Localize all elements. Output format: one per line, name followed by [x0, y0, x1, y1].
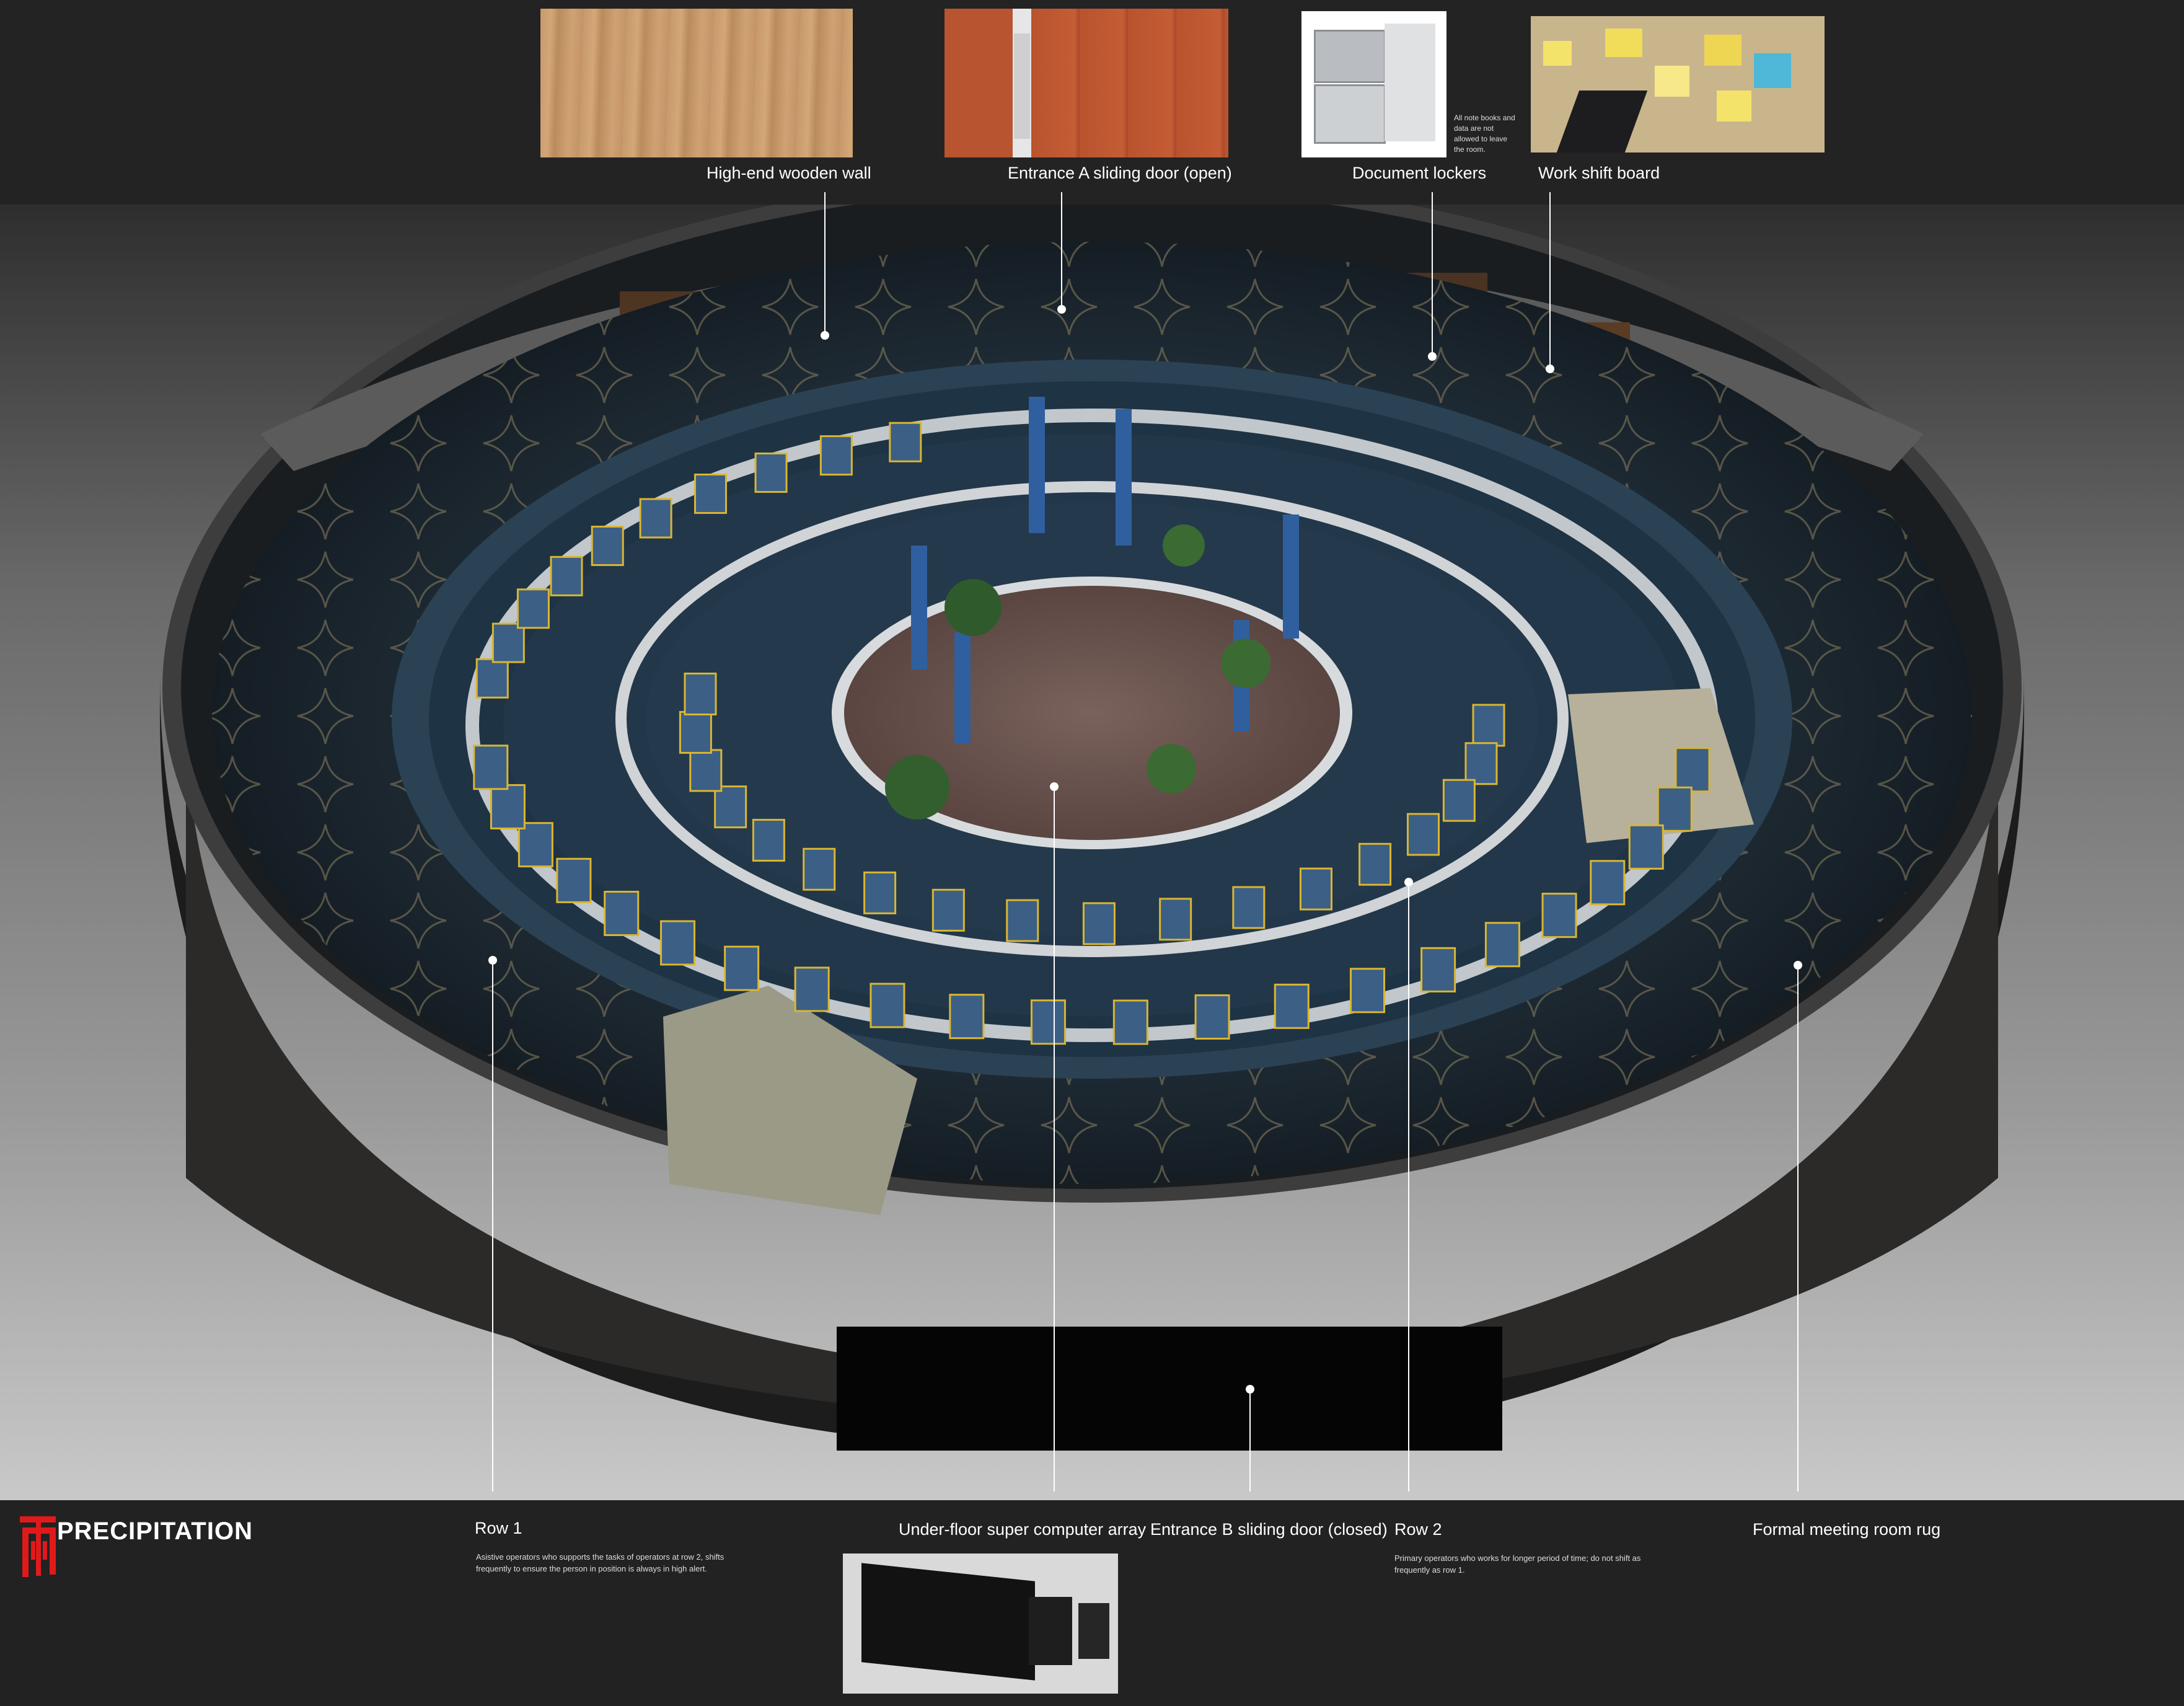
row-2-seat: [1006, 899, 1039, 942]
row-1-seat: [724, 945, 760, 991]
row-2-seat: [1472, 704, 1505, 747]
sliding-door-photo: [944, 9, 1228, 157]
row-2-seat: [1082, 902, 1116, 945]
row-2-seat: [689, 749, 723, 792]
caption-entrance-a: Entrance A sliding door (open): [1008, 164, 1232, 182]
row-2-seat: [1407, 813, 1440, 856]
row-2-seat: [1299, 867, 1332, 911]
locker-photo: [1301, 11, 1446, 157]
row-1-seat: [550, 555, 583, 596]
caption-meeting-rug: Formal meeting room rug: [1753, 1520, 1941, 1539]
leader-row-2: [1408, 886, 1409, 1492]
row-1-seat: [517, 822, 553, 868]
marker-meeting-rug: [1794, 961, 1802, 970]
row-1-seat: [1030, 999, 1066, 1045]
row-1-seat: [1112, 999, 1148, 1045]
wood-panel-photo: [540, 9, 853, 157]
leader-entrance-b: [1249, 1394, 1251, 1492]
row-2-seat: [752, 818, 785, 862]
row-1-seat: [491, 622, 525, 663]
row-2-seat: [803, 847, 836, 891]
row-1-seat: [889, 422, 922, 462]
locker-note: All note books and data are not allowed …: [1454, 113, 1515, 154]
caption-document-lockers: Document lockers: [1352, 164, 1487, 182]
sticky-note-board-photo: [1531, 16, 1825, 152]
row-1-seat: [1590, 860, 1626, 906]
server-rack-photo: [843, 1554, 1118, 1694]
caption-work-shift-board: Work shift board: [1538, 164, 1660, 182]
row-1-seat: [870, 983, 905, 1028]
row-1-seat: [694, 473, 728, 514]
leader-wooden-wall: [824, 192, 826, 335]
row-1-seat: [660, 920, 696, 966]
brand-name: PRECIPITATION: [57, 1518, 253, 1545]
caption-super-computer: Under-floor super computer array: [899, 1520, 1147, 1539]
row-1-note: Asistive operators who supports the task…: [476, 1552, 724, 1573]
row-1-seat: [1274, 983, 1310, 1029]
marker-document-lockers: [1428, 352, 1437, 361]
row-2-seat: [714, 785, 747, 829]
row-1-seat: [1657, 786, 1693, 832]
row-1-seat: [1675, 747, 1711, 793]
leader-work-shift-board: [1549, 192, 1551, 367]
row-2-seat: [863, 871, 897, 914]
marker-entrance-a: [1057, 305, 1066, 314]
row-1-seat: [1420, 947, 1456, 992]
row-1-seat: [754, 453, 788, 493]
row-1-seat: [819, 435, 853, 476]
marker-wooden-wall: [821, 331, 829, 340]
leader-entrance-a: [1061, 192, 1062, 307]
row-1-seat: [1628, 824, 1664, 870]
marker-work-shift-board: [1546, 365, 1554, 373]
leader-row-1: [492, 965, 493, 1492]
marker-row-2: [1404, 878, 1413, 886]
marker-entrance-b: [1246, 1385, 1254, 1394]
row-1-seat: [639, 498, 672, 539]
row-1-seat: [475, 658, 509, 699]
row-2-seat: [679, 710, 712, 754]
caption-wooden-wall: High-end wooden wall: [707, 164, 871, 182]
marker-super-computer: [1050, 782, 1059, 791]
row-2-seat: [931, 888, 965, 932]
row-1-seat: [1194, 994, 1230, 1040]
row-2-seat: [1464, 742, 1498, 785]
leader-meeting-rug: [1797, 970, 1799, 1492]
control-room-render: [160, 205, 2024, 1451]
row-1-seat: [604, 890, 640, 936]
caption-row-1: Row 1: [475, 1519, 522, 1537]
row-1-seat: [591, 526, 624, 567]
row-1-seat: [1350, 968, 1386, 1014]
row-2-seat: [684, 673, 717, 716]
row-1-seat: [1541, 893, 1577, 939]
row-1-seat: [1484, 922, 1520, 968]
row-1-seat: [949, 994, 985, 1040]
marker-row-1: [488, 956, 497, 965]
row-2-note: Primary operators who works for longer p…: [1394, 1554, 1641, 1575]
row-2-seat: [1442, 779, 1476, 822]
row-2-seat: [1232, 886, 1266, 929]
row-1-seat: [473, 745, 509, 790]
row-2-seat: [1358, 842, 1392, 886]
row-2-seat: [1159, 898, 1192, 941]
leader-document-lockers: [1432, 192, 1433, 355]
row-1-seat: [794, 966, 830, 1012]
row-1-seat: [556, 857, 592, 903]
leader-super-computer: [1054, 791, 1055, 1492]
row-1-seat: [490, 784, 526, 829]
row-1-seat: [516, 588, 550, 629]
caption-row-2: Row 2: [1394, 1520, 1442, 1539]
caption-entrance-b: Entrance B sliding door (closed): [1150, 1520, 1388, 1539]
rain-glyph-logo: [20, 1516, 56, 1577]
